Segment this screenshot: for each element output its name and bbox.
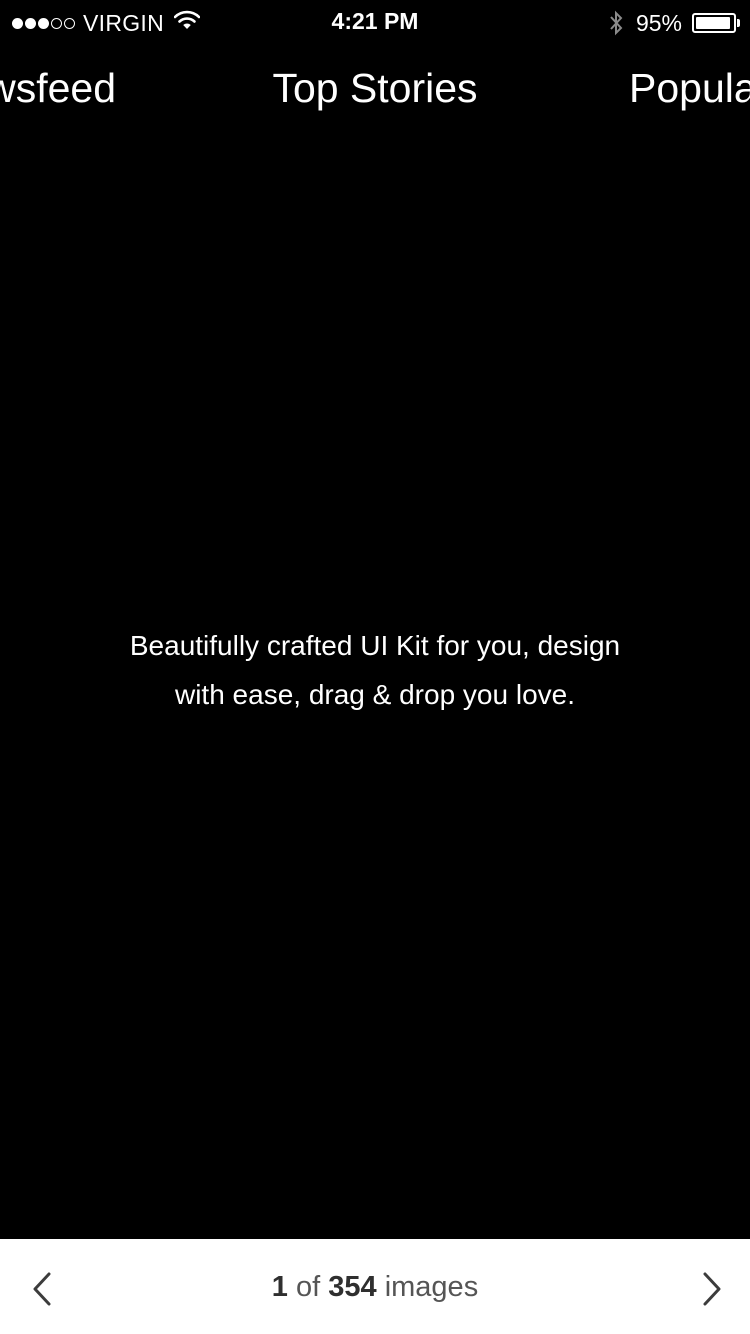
image-caption: Beautifully crafted UI Kit for you, desi… bbox=[75, 621, 675, 719]
battery-icon bbox=[692, 13, 736, 33]
screen: VIRGIN 4:21 PM 95% Newsfeed Top Stories … bbox=[0, 0, 750, 1334]
battery-level-fill bbox=[696, 17, 730, 29]
status-right: 95% bbox=[608, 8, 740, 38]
battery-tip bbox=[737, 19, 740, 27]
section-tabs: Newsfeed Top Stories Popular bbox=[0, 60, 750, 120]
caption-line-1: Beautifully crafted UI Kit for you, desi… bbox=[129, 630, 621, 661]
images-label: images bbox=[384, 1271, 479, 1303]
chevron-right-icon bbox=[703, 1272, 721, 1306]
of-label: of bbox=[296, 1271, 321, 1303]
bottom-toolbar: 1 of 354 images bbox=[0, 1239, 750, 1334]
battery-percent: 95% bbox=[635, 9, 682, 36]
bluetooth-icon bbox=[610, 10, 623, 36]
image-counter: 1 of 354 images bbox=[0, 1271, 750, 1304]
next-image-button[interactable] bbox=[690, 1267, 734, 1311]
status-bar: VIRGIN 4:21 PM 95% bbox=[0, 0, 750, 44]
total-image-count: 354 bbox=[328, 1271, 377, 1303]
current-image-number: 1 bbox=[271, 1271, 288, 1303]
tab-popular[interactable]: Popular bbox=[629, 60, 750, 116]
caption-line-2: with ease, drag & drop you love. bbox=[174, 679, 575, 710]
